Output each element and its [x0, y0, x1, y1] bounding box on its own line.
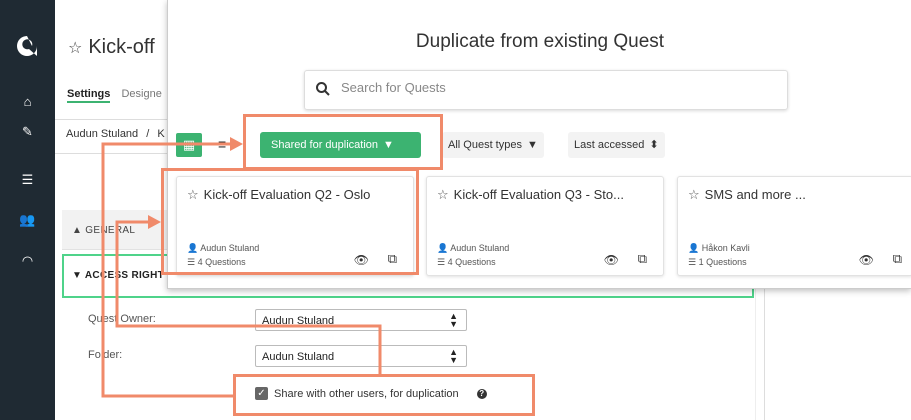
page-title: ☆ Kick-off: [68, 36, 155, 59]
highlight-share-checkbox: [233, 374, 535, 416]
folder-select[interactable]: Audun Stuland ▲ ▼: [255, 345, 467, 367]
logo-icon[interactable]: [14, 33, 40, 59]
page-title-text: Kick-off: [88, 36, 155, 58]
quest-types-label: All Quest types: [448, 139, 522, 151]
sort-label: Last accessed: [574, 139, 645, 151]
star-icon[interactable]: ☆: [437, 187, 449, 202]
card-owner-text: Håkon Kavli: [701, 243, 750, 253]
quest-types-filter-button[interactable]: All Quest types ▼: [442, 132, 544, 158]
breadcrumb-current[interactable]: K: [157, 128, 164, 140]
folder-value: Audun Stuland: [262, 351, 335, 363]
card-owner: 👤 Håkon Kavli: [688, 243, 750, 254]
card-title: ☆ SMS and more ...: [688, 187, 806, 203]
filter-icon: ▼: [526, 139, 538, 151]
sort-button[interactable]: Last accessed ⬍: [568, 132, 665, 158]
gauge-icon[interactable]: ◠: [0, 253, 55, 269]
home-icon[interactable]: ⌂: [0, 94, 55, 109]
card-count-text: 4 Questions: [447, 257, 496, 267]
section-access-text: ACCESS RIGHT: [84, 270, 165, 281]
list-view-button[interactable]: ≡: [218, 136, 226, 152]
card-title-text: Kick-off Evaluation Q3 - Sto...: [453, 187, 624, 202]
grid-view-button[interactable]: ▦: [176, 133, 202, 157]
search-box[interactable]: [304, 70, 788, 110]
list-icon[interactable]: ☰: [0, 172, 55, 188]
app-sidebar: ⌂ ✎ ☰ 👥 ◠: [0, 0, 55, 420]
sort-arrows-icon: ⬍: [649, 139, 659, 151]
list-icon: ☰: [688, 257, 697, 267]
card-title: ☆ Kick-off Evaluation Q3 - Sto...: [437, 187, 624, 203]
owner-value: Audun Stuland: [262, 315, 335, 327]
search-icon: [316, 82, 330, 96]
section-general-label: ▲ GENERAL: [72, 225, 136, 236]
preview-icon[interactable]: 👁: [604, 253, 619, 267]
users-icon[interactable]: 👥: [0, 212, 55, 228]
highlight-card: [161, 168, 419, 275]
preview-icon[interactable]: 👁: [859, 253, 874, 267]
tab-settings[interactable]: Settings: [67, 88, 111, 103]
owner-select[interactable]: Audun Stuland ▲ ▼: [255, 309, 467, 331]
page-tabs: Settings Designe: [67, 88, 170, 103]
section-general-text: GENERAL: [85, 225, 136, 236]
owner-label: Quest Owner:: [88, 313, 156, 325]
card-owner: 👤 Audun Stuland: [437, 243, 509, 254]
grid-icon: ▦: [182, 137, 196, 152]
breadcrumb-separator: /: [146, 128, 150, 140]
list-icon: ☰: [437, 257, 446, 267]
card-owner-text: Audun Stuland: [450, 243, 510, 253]
duplicate-icon[interactable]: ⧉: [638, 251, 647, 267]
search-input[interactable]: [341, 80, 761, 95]
modal-title: Duplicate from existing Quest: [415, 31, 665, 52]
user-icon: 👤: [437, 243, 449, 253]
quest-card[interactable]: ☆ Kick-off Evaluation Q3 - Sto... 👤 Audun…: [426, 176, 664, 276]
folder-label: Folder:: [88, 349, 123, 361]
sort-arrows-icon: ▲ ▼: [449, 311, 458, 329]
quest-card[interactable]: ☆ SMS and more ... 👤 Håkon Kavli ☰ 1 Ques…: [677, 176, 911, 276]
card-title-text: SMS and more ...: [704, 187, 806, 202]
highlight-shared-filter: [243, 114, 443, 170]
sort-arrows-icon: ▲ ▼: [449, 347, 458, 365]
breadcrumb-owner[interactable]: Audun Stuland: [66, 128, 138, 140]
card-question-count: ☰ 4 Questions: [437, 257, 496, 268]
star-icon[interactable]: ☆: [68, 40, 82, 57]
star-icon[interactable]: ☆: [688, 187, 700, 202]
card-count-text: 1 Questions: [698, 257, 747, 267]
card-question-count: ☰ 1 Questions: [688, 257, 747, 268]
list-icon: ≡: [218, 136, 227, 152]
duplicate-icon[interactable]: ⧉: [893, 251, 902, 267]
breadcrumb: Audun Stuland / K: [66, 128, 165, 140]
edit-icon[interactable]: ✎: [0, 124, 55, 140]
tab-designer[interactable]: Designe: [121, 88, 161, 100]
user-icon: 👤: [688, 243, 700, 253]
section-access-label: ▼ ACCESS RIGHT: [72, 270, 165, 281]
